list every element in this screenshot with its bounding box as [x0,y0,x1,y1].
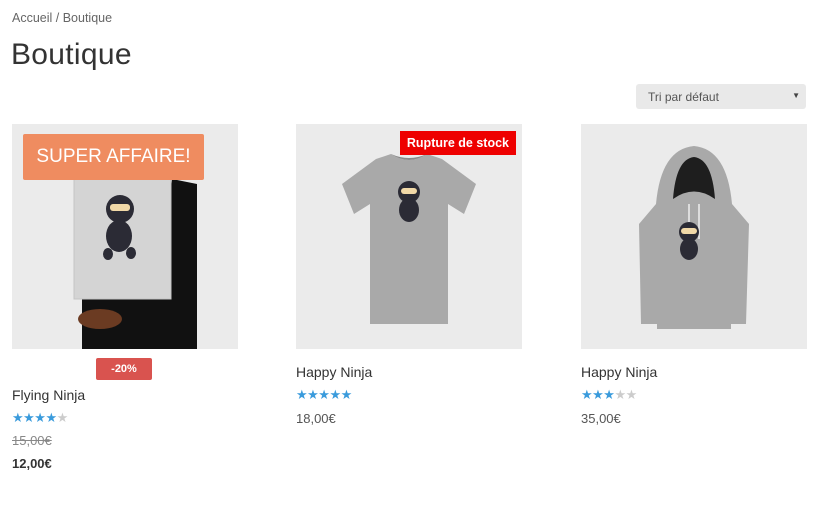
product-title[interactable]: Flying Ninja [12,387,85,403]
product-image-link[interactable] [581,124,807,349]
out-of-stock-badge: Rupture de stock [399,131,516,155]
star-icon: ★★★ [581,387,615,402]
star-empty-icon: ★★ [614,387,637,402]
star-icon: ★★★★★ [296,387,352,402]
price-value: 18,00€ [296,411,336,426]
star-rating: ★★★★★ [12,410,68,426]
price: 12,00€ [12,456,52,471]
old-price-value: 15,00€ [12,433,52,448]
price: 35,00€ [581,411,621,426]
price: 18,00€ [296,411,336,426]
star-rating: ★★★★★ [581,387,637,403]
product-image [296,124,522,349]
price-value: 12,00€ [12,456,52,471]
star-rating: ★★★★★ [296,387,352,403]
star-empty-icon: ★ [56,410,69,425]
breadcrumb-separator: / [52,11,63,25]
product-card-flying-ninja: SUPER AFFAIRE! -20% Flying Ninja ★★★★★ 1… [12,124,238,471]
super-deal-badge: SUPER AFFAIRE! [23,134,204,180]
product-image [581,124,807,349]
chevron-down-icon: ▼ [792,91,800,100]
old-price: 15,00€ [12,433,52,448]
breadcrumb: Accueil / Boutique [12,11,112,25]
product-card-happy-ninja-tshirt: Rupture de stock Happy Ninja ★★★★★ 18,00… [296,124,522,426]
page-title: Boutique [11,38,132,71]
product-image-link[interactable]: SUPER AFFAIRE! [12,124,238,349]
sale-badge: -20% [96,358,152,380]
price-value: 35,00€ [581,411,621,426]
breadcrumb-current: Boutique [62,11,113,25]
product-title[interactable]: Happy Ninja [296,364,372,380]
sort-select-value: Tri par défaut [648,90,719,104]
product-title[interactable]: Happy Ninja [581,364,657,380]
product-card-happy-ninja-hoodie: Happy Ninja ★★★★★ 35,00€ [581,124,807,426]
star-icon: ★★★★ [12,410,57,425]
sort-select[interactable]: Tri par défaut ▼ [636,84,806,109]
product-image-link[interactable]: Rupture de stock [296,124,522,349]
breadcrumb-home-link[interactable]: Accueil [12,11,52,25]
